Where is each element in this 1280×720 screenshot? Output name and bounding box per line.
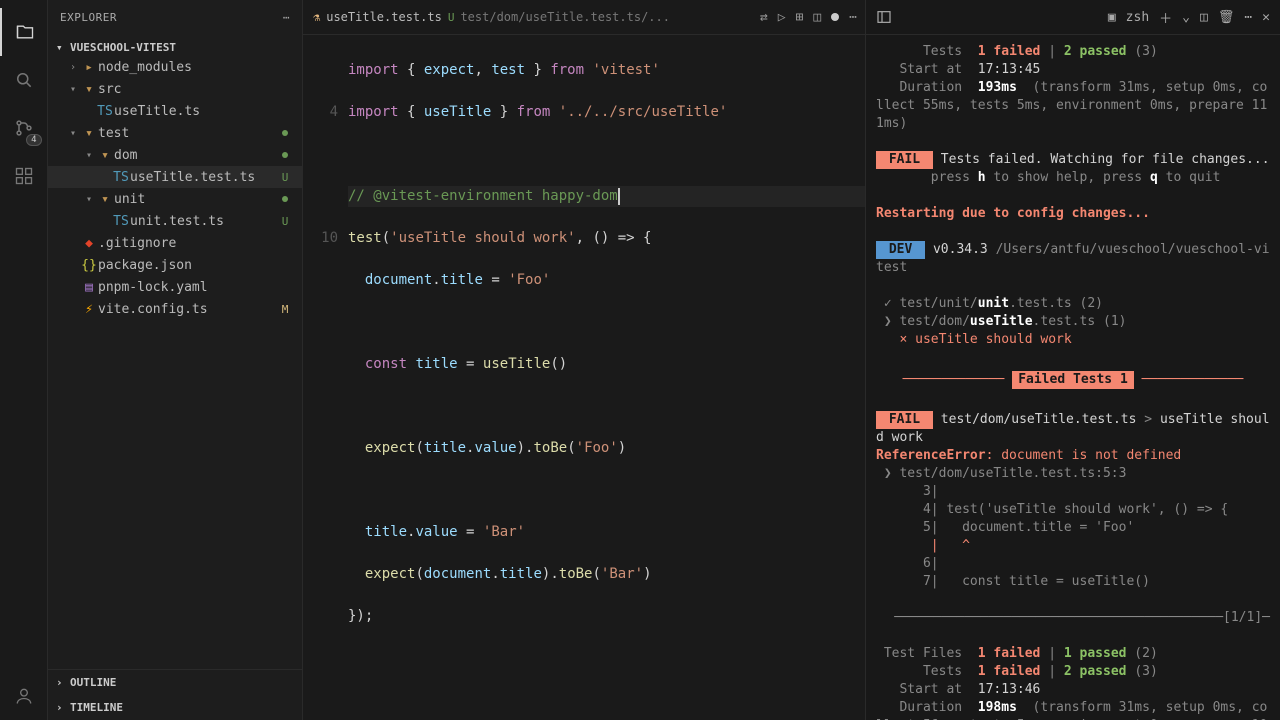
- trash-icon[interactable]: 🗑: [1218, 10, 1235, 25]
- close-icon[interactable]: ✕: [1262, 10, 1270, 25]
- chevron-right-icon: ›: [56, 701, 70, 714]
- folder-dom[interactable]: ▾ ▾ dom: [48, 144, 302, 166]
- folder-icon: ▾: [96, 192, 114, 207]
- terminal-panel: ▣ zsh ＋ ⌄ ◫ 🗑 ⋯ ✕ Tests 1 failed | 2 pas…: [865, 0, 1280, 720]
- file-pnpm-lock[interactable]: ▤ pnpm-lock.yaml: [48, 276, 302, 298]
- project-name: VUESCHOOL-VITEST: [70, 41, 176, 54]
- split-right-icon[interactable]: ◫: [813, 10, 821, 25]
- panel-toggle-icon[interactable]: [876, 9, 892, 25]
- tab-actions: ⇄ ▷ ⊞ ◫ ⋯: [760, 10, 857, 25]
- ts-icon: TS: [96, 104, 114, 119]
- account-icon[interactable]: [0, 672, 48, 720]
- modified-dot: [282, 196, 288, 202]
- editor-tab[interactable]: ⚗ useTitle.test.ts U test/dom/useTitle.t…: [303, 0, 680, 34]
- editor[interactable]: 4 10 import { expect, test } from 'vites…: [303, 35, 865, 720]
- modified-dot: [282, 130, 288, 136]
- folder-icon: ▾: [96, 148, 114, 163]
- chevron-down-icon: ▾: [82, 194, 96, 205]
- search-icon[interactable]: [0, 56, 48, 104]
- ts-icon: TS: [112, 214, 130, 229]
- file-unit-test[interactable]: TS unit.test.ts U: [48, 210, 302, 232]
- new-terminal-icon[interactable]: ＋: [1159, 8, 1172, 27]
- more-icon[interactable]: ⋯: [849, 10, 857, 25]
- chevron-right-icon: ›: [56, 676, 70, 689]
- json-icon: {}: [80, 258, 98, 273]
- dev-badge: DEV: [876, 241, 925, 259]
- folder-src[interactable]: ▾ ▾ src: [48, 78, 302, 100]
- timeline-section[interactable]: › TIMELINE: [48, 695, 302, 720]
- failed-tests-header: ───────────── Failed Tests 1 ───────────…: [876, 371, 1270, 389]
- git-status-u: U: [278, 215, 292, 228]
- fail-badge: FAIL: [876, 411, 933, 429]
- tab-breadcrumb: test/dom/useTitle.test.ts/...: [460, 10, 670, 24]
- folder-test[interactable]: ▾ ▾ test: [48, 122, 302, 144]
- split-terminal-icon[interactable]: ◫: [1200, 10, 1208, 25]
- file-package-json[interactable]: {} package.json: [48, 254, 302, 276]
- terminal-output[interactable]: Tests 1 failed | 2 passed (3) Start at 1…: [866, 35, 1280, 720]
- extensions-icon[interactable]: [0, 152, 48, 200]
- project-header[interactable]: ▾ VUESCHOOL-VITEST: [48, 39, 302, 56]
- tab-filename: useTitle.test.ts: [326, 10, 442, 24]
- ts-icon: TS: [112, 170, 130, 185]
- ts-test-icon: ⚗: [313, 10, 320, 24]
- dirty-indicator: [831, 13, 839, 21]
- chevron-right-icon: ›: [66, 62, 80, 73]
- chevron-down-icon: ▾: [82, 150, 96, 161]
- explorer-icon[interactable]: [0, 8, 48, 56]
- line-gutter: 4 10: [303, 35, 348, 720]
- folder-icon: ▾: [80, 82, 98, 97]
- outline-section[interactable]: › OUTLINE: [48, 670, 302, 695]
- file-vite-config[interactable]: ⚡ vite.config.ts M: [48, 298, 302, 320]
- sidebar-title: EXPLORER: [60, 11, 117, 24]
- chevron-down-icon: ▾: [66, 128, 80, 139]
- tab-git-status: U: [448, 11, 455, 24]
- compare-icon[interactable]: ⇄: [760, 10, 768, 25]
- git-status-u: U: [278, 171, 292, 184]
- sidebar-more-icon[interactable]: ⋯: [283, 11, 290, 24]
- sidebar-header: EXPLORER ⋯: [48, 0, 302, 35]
- activity-bar: 4: [0, 0, 48, 720]
- fail-badge: FAIL: [876, 151, 933, 169]
- file-usetitle-test[interactable]: TS useTitle.test.ts U: [48, 166, 302, 188]
- terminal-shell-name[interactable]: zsh: [1126, 10, 1149, 25]
- code-content[interactable]: import { expect, test } from 'vitest' im…: [348, 35, 865, 720]
- vite-icon: ⚡: [80, 302, 98, 317]
- folder-icon: ▸: [80, 60, 98, 75]
- chevron-down-icon: ▾: [66, 84, 80, 95]
- source-control-icon[interactable]: 4: [0, 104, 48, 152]
- editor-area: ⚗ useTitle.test.ts U test/dom/useTitle.t…: [303, 0, 865, 720]
- run-icon[interactable]: ▷: [778, 10, 786, 25]
- folder-node-modules[interactable]: › ▸ node_modules: [48, 56, 302, 78]
- text-cursor: [618, 188, 620, 205]
- modified-dot: [282, 152, 288, 158]
- git-icon: ◆: [80, 236, 98, 251]
- more-icon[interactable]: ⋯: [1244, 10, 1252, 25]
- yaml-icon: ▤: [80, 280, 98, 295]
- tab-bar: ⚗ useTitle.test.ts U test/dom/useTitle.t…: [303, 0, 865, 35]
- sidebar: EXPLORER ⋯ ▾ VUESCHOOL-VITEST › ▸ node_m…: [48, 0, 303, 720]
- file-usetitle-ts[interactable]: TS useTitle.ts: [48, 100, 302, 122]
- git-status-m: M: [278, 303, 292, 316]
- chevron-down-icon: ▾: [56, 41, 70, 54]
- chevron-down-icon[interactable]: ⌄: [1182, 10, 1190, 25]
- scm-badge: 4: [26, 134, 41, 146]
- terminal-tab-bar: ▣ zsh ＋ ⌄ ◫ 🗑 ⋯ ✕: [866, 0, 1280, 35]
- file-tree: › ▸ node_modules ▾ ▾ src TS useTitle.ts …: [48, 56, 302, 320]
- layout-icon[interactable]: ▣: [1108, 10, 1116, 25]
- folder-unit[interactable]: ▾ ▾ unit: [48, 188, 302, 210]
- split-down-icon[interactable]: ⊞: [796, 10, 804, 25]
- folder-icon: ▾: [80, 126, 98, 141]
- file-gitignore[interactable]: ◆ .gitignore: [48, 232, 302, 254]
